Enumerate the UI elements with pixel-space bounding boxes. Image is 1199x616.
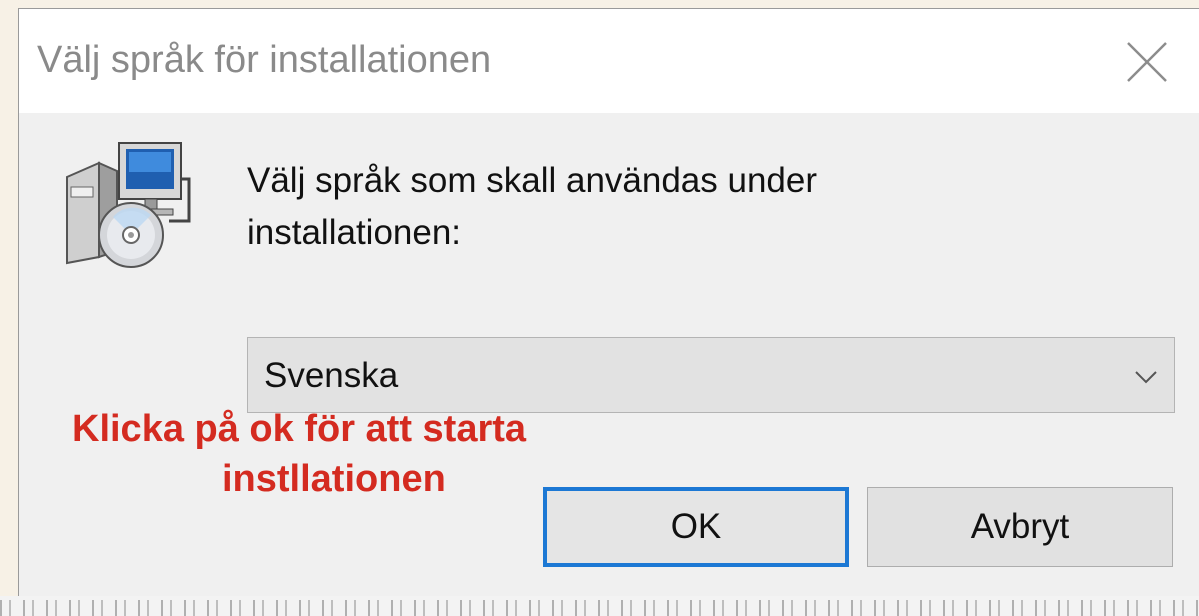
instruction-annotation: Klicka på ok för att starta instllatione… — [72, 404, 526, 504]
screenshot-stage: Välj språk för installationen Välj språk… — [0, 0, 1199, 616]
ok-button-label: OK — [670, 507, 722, 546]
annotation-line-2: instllationen — [222, 458, 446, 500]
chevron-down-icon — [1135, 371, 1157, 384]
ok-button[interactable]: OK — [543, 487, 849, 567]
close-button[interactable] — [1104, 19, 1190, 105]
language-dialog: Välj språk för installationen Välj språk… — [18, 8, 1199, 597]
window-title: Välj språk för installationen — [37, 39, 492, 81]
background-text-fragment — [0, 600, 1199, 616]
language-select[interactable]: Svenska — [247, 337, 1175, 413]
installer-cd-monitor-icon — [66, 142, 191, 268]
language-select-value: Svenska — [264, 356, 399, 395]
language-prompt: Välj språk som skall användas under inst… — [247, 161, 818, 252]
annotation-line-1: Klicka på ok för att starta — [72, 408, 527, 450]
title-bar: Välj språk för installationen — [19, 9, 1199, 113]
close-icon — [1127, 42, 1167, 82]
cancel-button[interactable]: Avbryt — [867, 487, 1173, 567]
background-window-strip — [0, 596, 1199, 616]
cancel-button-label: Avbryt — [970, 507, 1070, 546]
